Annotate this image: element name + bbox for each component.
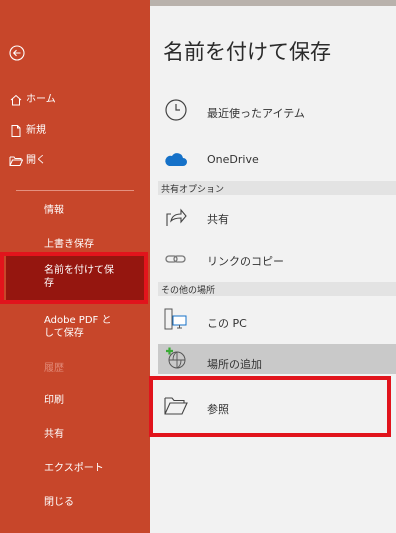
page-title: 名前を付けて保存 [163,40,331,64]
sidebar-lower: Adobe PDF と して保存 履歴 印刷 共有 エクスポート 閉じる [0,306,150,533]
sidebar-divider [16,190,134,191]
save-as-panel: 名前を付けて保存 最近使ったアイテム OneDrive 共有オプション 共有 リ… [150,6,396,533]
sidebar-item-label: 共有 [44,429,64,440]
sidebar-item-label: Adobe PDF と して保存 [44,315,112,339]
sidebar-item-new[interactable]: 新規 [0,116,150,146]
open-folder-icon [9,156,23,166]
section-label: その他の場所 [161,286,216,296]
location-label: 最近使ったアイテム [207,107,305,120]
location-label: この PC [207,317,247,330]
sidebar-item-info[interactable]: 情報 [0,204,150,224]
sidebar-item-label: 情報 [44,205,64,216]
sidebar-item-label: 開く [26,155,46,166]
sidebar-item-label: 上書き保存 [44,239,94,250]
sidebar-item-open[interactable]: 開く [0,146,150,176]
location-label: リンクのコピー [207,255,284,268]
location-this-pc[interactable]: この PC [150,302,396,336]
section-label: 共有オプション [161,185,225,195]
back-arrow-icon[interactable] [9,45,25,61]
home-icon [10,94,22,106]
sidebar-item-history: 履歴 [0,362,150,382]
clock-icon [165,99,187,121]
link-icon [165,255,186,263]
cloud-icon [165,153,187,166]
sidebar-item-close[interactable]: 閉じる [0,496,150,516]
copy-link-button[interactable]: リンクのコピー [150,246,396,272]
share-icon [166,208,187,226]
section-other-locations: その他の場所 [158,282,396,296]
sidebar-item-label: 閉じる [44,497,74,508]
sidebar-item-label: 履歴 [44,363,64,374]
location-onedrive[interactable]: OneDrive [150,146,396,172]
sidebar-item-label: 印刷 [44,395,64,406]
computer-icon [164,308,187,330]
location-label: OneDrive [207,153,259,166]
location-recent[interactable]: 最近使ったアイテム [150,96,396,126]
sidebar-item-label: エクスポート [44,463,104,474]
annotation-box-save-as [0,252,148,304]
location-label: 場所の追加 [207,358,262,371]
sidebar-item-print[interactable]: 印刷 [0,394,150,414]
sidebar-item-label: 新規 [26,125,46,136]
sidebar-item-share[interactable]: 共有 [0,428,150,448]
share-button[interactable]: 共有 [150,203,396,231]
location-label: 共有 [207,213,229,226]
sidebar-item-save-as-pdf[interactable]: Adobe PDF と して保存 [0,314,150,342]
section-share-options: 共有オプション [158,181,396,195]
sidebar-item-export[interactable]: エクスポート [0,462,150,482]
annotation-box-browse [149,376,391,437]
location-add-place[interactable]: 場所の追加 [158,344,396,374]
globe-add-icon [166,347,186,369]
new-document-icon [11,125,21,137]
sidebar-item-label: ホーム [26,94,56,105]
sidebar-item-home[interactable]: ホーム [0,85,150,115]
